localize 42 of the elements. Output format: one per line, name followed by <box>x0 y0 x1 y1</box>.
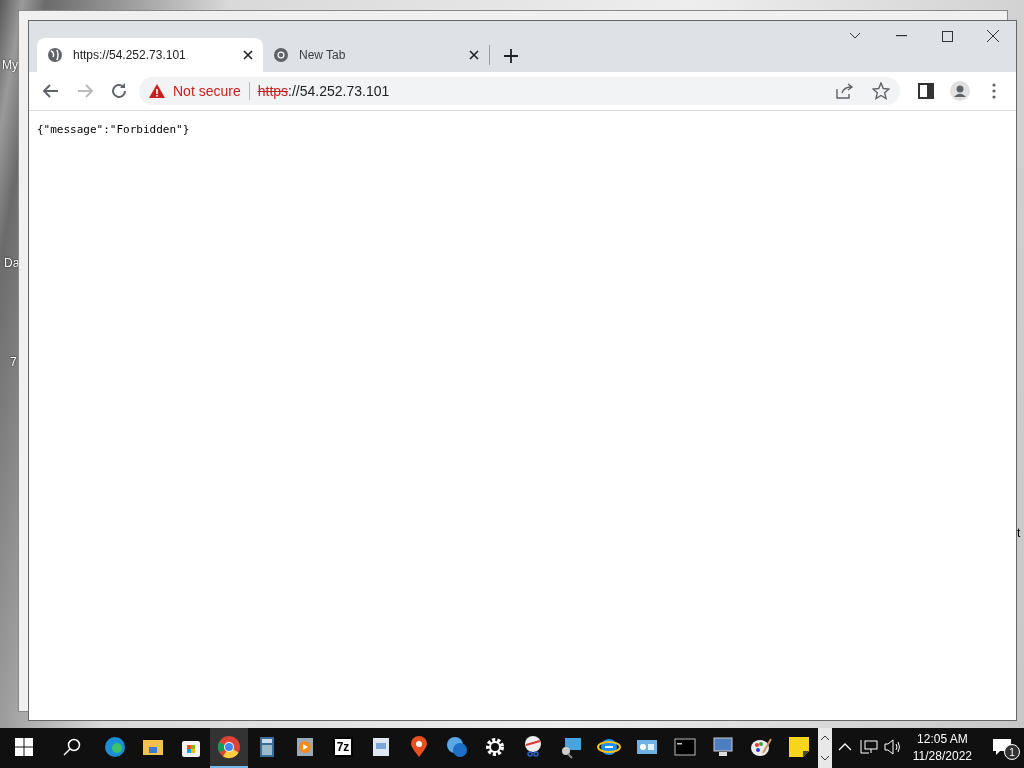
close-icon[interactable] <box>987 30 999 42</box>
chevron-up-icon[interactable] <box>820 735 830 741</box>
tab-title: New Tab <box>299 48 347 62</box>
clock[interactable]: 12:05 AM 11/28/2022 <box>904 731 980 765</box>
security-status[interactable]: Not secure <box>173 83 241 99</box>
browser-tab[interactable]: New Tab <box>263 38 489 72</box>
desktop-icon-label[interactable]: t <box>1017 526 1021 540</box>
clock-date: 11/28/2022 <box>912 748 972 765</box>
tab-title: https://54.252.73.101 <box>73 48 187 62</box>
settings-icon <box>483 735 507 759</box>
clock-time: 12:05 AM <box>917 731 968 748</box>
desktop-icon-label[interactable]: Da <box>4 256 20 270</box>
chevron-down-icon[interactable] <box>849 32 861 40</box>
url-text: https://54.252.73.101 <box>257 83 390 99</box>
monitor-icon <box>711 735 735 759</box>
desktop-icon-label[interactable]: 7 <box>10 355 17 369</box>
browser-tab[interactable]: https://54.252.73.101 <box>37 38 263 72</box>
sticky-note-icon <box>787 735 811 759</box>
close-icon[interactable] <box>469 50 479 60</box>
windows-start-icon[interactable] <box>15 738 33 756</box>
close-icon[interactable] <box>243 50 253 60</box>
search-icon[interactable] <box>63 738 81 756</box>
address-bar[interactable]: Not secure https://54.252.73.101 <box>139 77 900 105</box>
notification-count: 1 <box>1004 744 1020 760</box>
chrome-icon <box>273 47 289 63</box>
network-icon[interactable] <box>859 739 878 755</box>
archive-logo: 7z <box>332 737 354 757</box>
star-icon[interactable] <box>872 82 890 100</box>
json-response: {"message":"Forbidden"} <box>37 123 190 136</box>
chrome-icon <box>217 735 241 759</box>
help-bubble-icon <box>445 735 469 759</box>
taskbar-app-button[interactable]: 7z <box>324 728 362 768</box>
maximize-icon[interactable] <box>941 30 953 42</box>
terminal-icon <box>673 735 697 759</box>
speaker-icon[interactable] <box>883 739 902 755</box>
edge-icon <box>103 735 127 759</box>
new-tab-icon[interactable] <box>504 49 518 63</box>
minimize-icon[interactable] <box>895 35 907 37</box>
share-icon[interactable] <box>836 83 854 99</box>
chevron-down-icon[interactable] <box>820 755 830 761</box>
magnifier-icon <box>559 735 583 759</box>
warning-icon <box>149 84 165 98</box>
